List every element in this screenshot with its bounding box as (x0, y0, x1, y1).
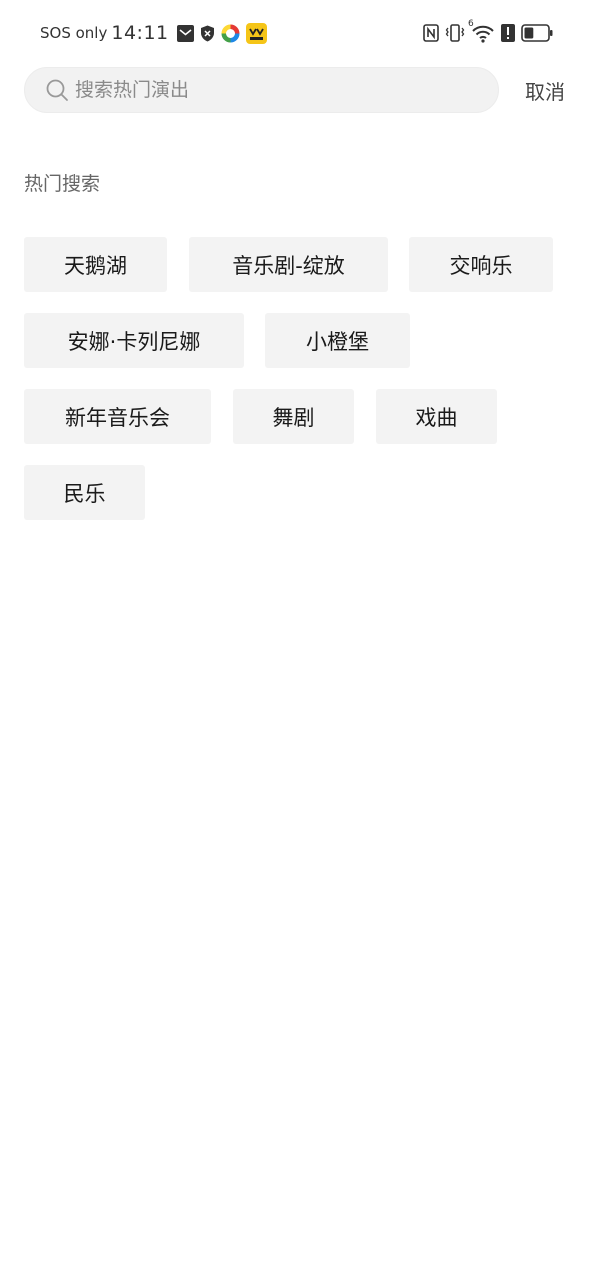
shield-x-icon (200, 25, 215, 42)
yellow-app-icon (245, 22, 267, 44)
hot-search-tag[interactable]: 天鹅湖 (24, 237, 167, 292)
status-bar-right: 6 (417, 19, 553, 46)
hot-search-tag[interactable]: 戏曲 (376, 389, 497, 444)
hot-search-tag[interactable]: 民乐 (24, 465, 145, 520)
hot-search-tag[interactable]: 音乐剧-绽放 (189, 237, 388, 292)
hot-search-tag[interactable]: 安娜·卡列尼娜 (24, 313, 244, 368)
hot-search-tag[interactable]: 新年音乐会 (24, 389, 211, 444)
alert-icon (501, 24, 515, 42)
hot-search-tag[interactable]: 舞剧 (233, 389, 354, 444)
search-box[interactable] (24, 67, 499, 113)
nfc-icon (423, 24, 439, 42)
search-input[interactable] (75, 70, 475, 110)
wifi-icon: 6 (468, 19, 495, 43)
hot-search-tag[interactable]: 小橙堡 (265, 313, 410, 368)
hot-search-tag[interactable]: 交响乐 (409, 237, 553, 292)
status-bar: SOS only 14:11 6 (0, 0, 591, 66)
mail-icon (176, 24, 194, 42)
wifi-label: 6 (468, 19, 474, 29)
vibrate-icon (445, 24, 465, 42)
hot-search-title: 热门搜索 (24, 173, 101, 195)
colorful-app-icon (221, 24, 240, 43)
status-bar-left: SOS only 14:11 (40, 20, 273, 46)
search-icon (45, 78, 69, 102)
cancel-button[interactable]: 取消 (515, 70, 575, 110)
clock-text: 14:11 (111, 22, 169, 44)
carrier-text: SOS only (40, 24, 108, 42)
battery-icon (521, 24, 553, 42)
